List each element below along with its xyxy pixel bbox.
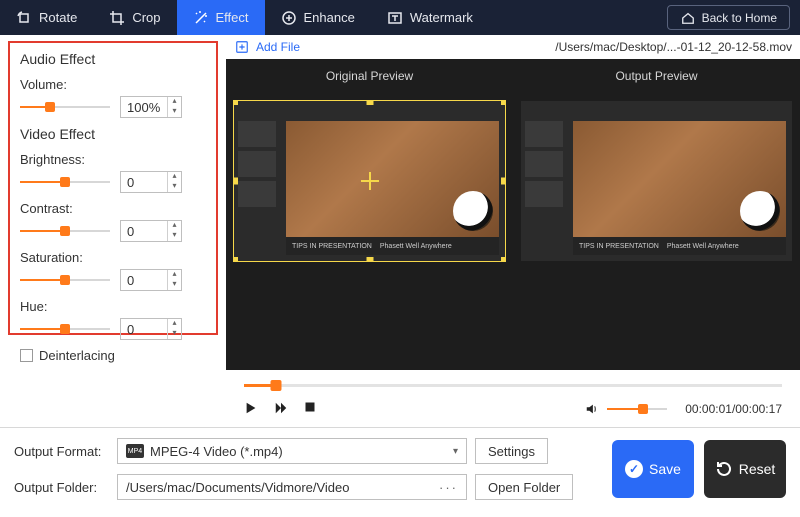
slide-caption-b: Phasett Well Anywhere (380, 243, 452, 250)
progress-bar[interactable] (226, 370, 800, 393)
effect-icon (193, 10, 209, 26)
chevron-down-icon: ▾ (453, 446, 458, 457)
contrast-input[interactable]: 0 ▴▾ (120, 220, 182, 242)
rotate-icon (16, 10, 32, 26)
bottom-bar: Output Format: MP4 MPEG-4 Video (*.mp4) … (0, 427, 800, 510)
watermark-icon (387, 10, 403, 26)
speaker-icon[interactable] (585, 402, 599, 416)
original-frame[interactable]: TIPS IN PRESENTATION Phasett Well Anywhe… (234, 101, 505, 261)
crop-icon (109, 10, 125, 26)
audio-effect-title: Audio Effect (20, 51, 206, 67)
add-file-button[interactable]: Add File (256, 40, 300, 54)
volume-input[interactable]: 100% ▴▾ (120, 96, 182, 118)
saturation-label: Saturation: (20, 250, 206, 265)
brightness-spinner[interactable]: ▴▾ (167, 172, 181, 192)
play-button[interactable] (244, 401, 260, 417)
contrast-spinner[interactable]: ▴▾ (167, 221, 181, 241)
tab-watermark[interactable]: Watermark (371, 0, 489, 35)
top-toolbar: Rotate Crop Effect Enhance Watermark Bac… (0, 0, 800, 35)
volume-control (585, 402, 667, 416)
tab-label: Rotate (39, 10, 77, 25)
crop-center-icon[interactable] (361, 172, 379, 190)
tab-label: Effect (216, 10, 249, 25)
hue-input[interactable]: 0 ▴▾ (120, 318, 182, 340)
video-effect-title: Video Effect (20, 126, 206, 142)
reset-icon (715, 460, 733, 478)
home-label: Back to Home (702, 11, 777, 25)
playback-volume-slider[interactable] (607, 402, 667, 416)
output-frame: TIPS IN PRESENTATION Phasett Well Anywhe… (521, 101, 792, 261)
tab-crop[interactable]: Crop (93, 0, 176, 35)
contrast-slider[interactable] (20, 224, 110, 238)
brightness-slider[interactable] (20, 175, 110, 189)
tab-label: Enhance (304, 10, 355, 25)
home-icon (680, 10, 696, 26)
add-file-icon[interactable] (234, 39, 250, 55)
output-preview-label: Output Preview (513, 59, 800, 101)
enhance-icon (281, 10, 297, 26)
preview-zone: Original Preview (226, 59, 800, 370)
hue-label: Hue: (20, 299, 206, 314)
original-preview: Original Preview (226, 59, 513, 370)
output-folder-label: Output Folder: (14, 480, 109, 495)
volume-spinner[interactable]: ▴▾ (167, 97, 181, 117)
check-icon: ✓ (625, 460, 643, 478)
effects-highlight-box: Audio Effect Volume: 100% ▴▾ Video Effec… (8, 41, 218, 335)
main-area: Audio Effect Volume: 100% ▴▾ Video Effec… (0, 35, 800, 427)
playback-controls: 00:00:01/00:00:17 (226, 393, 800, 427)
hue-spinner[interactable]: ▴▾ (167, 319, 181, 339)
brightness-input[interactable]: 0 ▴▾ (120, 171, 182, 193)
volume-slider[interactable] (20, 100, 110, 114)
tab-enhance[interactable]: Enhance (265, 0, 371, 35)
tab-label: Watermark (410, 10, 473, 25)
volume-label: Volume: (20, 77, 206, 92)
settings-button[interactable]: Settings (475, 438, 548, 464)
tab-label: Crop (132, 10, 160, 25)
save-button[interactable]: ✓ Save (612, 440, 694, 498)
format-badge-icon: MP4 (126, 444, 144, 458)
browse-icon[interactable]: ··· (439, 480, 458, 495)
effects-panel: Audio Effect Volume: 100% ▴▾ Video Effec… (0, 35, 226, 427)
file-bar: Add File /Users/mac/Desktop/...-01-12_20… (226, 35, 800, 59)
preview-area: Add File /Users/mac/Desktop/...-01-12_20… (226, 35, 800, 427)
deinterlacing-label: Deinterlacing (39, 348, 115, 363)
deinterlacing-checkbox[interactable] (20, 349, 33, 362)
time-display: 00:00:01/00:00:17 (685, 402, 782, 416)
saturation-slider[interactable] (20, 273, 110, 287)
original-preview-label: Original Preview (226, 59, 513, 101)
output-format-label: Output Format: (14, 444, 109, 459)
stop-button[interactable] (304, 401, 320, 417)
output-preview: Output Preview TIPS IN PRESENTATION (513, 59, 800, 370)
open-folder-button[interactable]: Open Folder (475, 474, 573, 500)
back-to-home-button[interactable]: Back to Home (667, 5, 790, 30)
tab-effect[interactable]: Effect (177, 0, 265, 35)
fast-forward-button[interactable] (274, 401, 290, 417)
output-format-select[interactable]: MP4 MPEG-4 Video (*.mp4) ▾ (117, 438, 467, 464)
saturation-spinner[interactable]: ▴▾ (167, 270, 181, 290)
slide-caption-a: TIPS IN PRESENTATION (292, 243, 372, 250)
brightness-label: Brightness: (20, 152, 206, 167)
output-folder-input[interactable]: /Users/mac/Documents/Vidmore/Video ··· (117, 474, 467, 500)
hue-slider[interactable] (20, 322, 110, 336)
saturation-input[interactable]: 0 ▴▾ (120, 269, 182, 291)
reset-button[interactable]: Reset (704, 440, 786, 498)
file-path: /Users/mac/Desktop/...-01-12_20-12-58.mo… (555, 40, 792, 54)
contrast-label: Contrast: (20, 201, 206, 216)
tab-rotate[interactable]: Rotate (0, 0, 93, 35)
